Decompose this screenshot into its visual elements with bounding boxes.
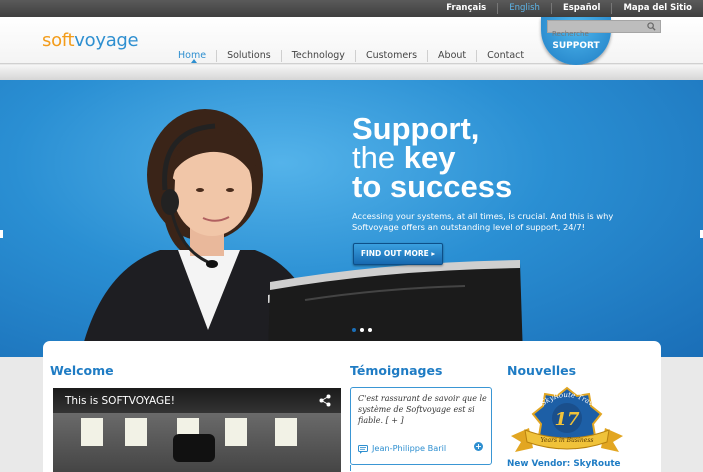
support-badge-label: SUPPORT (552, 41, 600, 51)
award-number: 17 (554, 409, 580, 430)
share-icon[interactable] (319, 394, 331, 407)
sitemap-link[interactable]: Mapa del Sitio (611, 3, 703, 14)
logo-soft: soft (42, 30, 75, 51)
slider-dots (352, 328, 372, 332)
speech-bubble-icon (358, 445, 368, 454)
testimonial-quote: C'est rassurant de savoir que le système… (358, 394, 487, 425)
content-panel: Welcome This is SOFTVOYAGE! Témoignages … (43, 341, 661, 472)
thumbnail-window (275, 418, 297, 446)
hero-prev-handle[interactable] (0, 230, 3, 238)
news-link[interactable]: New Vendor: SkyRoute (507, 459, 621, 469)
nav-contact[interactable]: Contact (476, 50, 534, 62)
active-nav-marker (191, 59, 197, 63)
search-input[interactable] (548, 28, 644, 40)
testimonial-card: C'est rassurant de savoir que le système… (350, 387, 492, 465)
logo-voyage: voyage (74, 30, 139, 51)
award-ribbon-text: Years in Business (541, 437, 594, 444)
language-bar: Français English Español Mapa del Sitio (0, 0, 703, 17)
search-box (547, 20, 661, 40)
find-out-more-button[interactable]: FIND OUT MORE ▸ (353, 243, 443, 265)
lang-spanish[interactable]: Español (550, 3, 612, 14)
hero-headline: Support, the key to success (352, 111, 513, 204)
headline-line-2: the key (352, 142, 512, 173)
testimonial-tail (350, 465, 360, 471)
award-badge-icon: SkyRoute Travel 17 Years in Business (507, 386, 623, 452)
nav-customers[interactable]: Customers (354, 50, 427, 62)
play-button-icon[interactable] (173, 434, 215, 462)
lang-french[interactable]: Français (435, 3, 497, 14)
testimonials-title: Témoignages (350, 363, 443, 378)
main-nav: Home Solutions Technology Customers Abou… (168, 50, 534, 62)
video-title-bar: This is SOFTVOYAGE! (53, 388, 341, 413)
headline-line-3: to success (352, 169, 513, 204)
thumbnail-window (225, 418, 247, 446)
more-plus-icon[interactable]: + (474, 442, 483, 451)
headline-line-1: Support, (352, 111, 480, 146)
lang-english[interactable]: English (497, 3, 551, 14)
slider-dot-2[interactable] (360, 328, 364, 332)
header-strip (0, 65, 703, 80)
thumbnail-window (125, 418, 147, 446)
nav-solutions[interactable]: Solutions (216, 50, 281, 62)
hero-subtext: Accessing your systems, at all times, is… (352, 211, 614, 232)
nav-about[interactable]: About (427, 50, 476, 62)
news-title: Nouvelles (507, 363, 577, 378)
video-title: This is SOFTVOYAGE! (65, 395, 175, 407)
softvoyage-logo[interactable]: softvoyage (42, 30, 139, 51)
slider-dot-1[interactable] (352, 328, 356, 332)
welcome-title: Welcome (50, 363, 114, 378)
thumbnail-window (81, 418, 103, 446)
search-icon[interactable] (647, 22, 656, 31)
nav-technology[interactable]: Technology (280, 50, 355, 62)
testimonial-author: Jean-Philippe Baril (372, 443, 447, 453)
slider-dot-3[interactable] (368, 328, 372, 332)
language-list: Français English Español Mapa del Sitio (435, 0, 703, 17)
welcome-video[interactable]: This is SOFTVOYAGE! (53, 388, 341, 472)
hero-banner: Support, the key to success Accessing yo… (0, 80, 703, 357)
